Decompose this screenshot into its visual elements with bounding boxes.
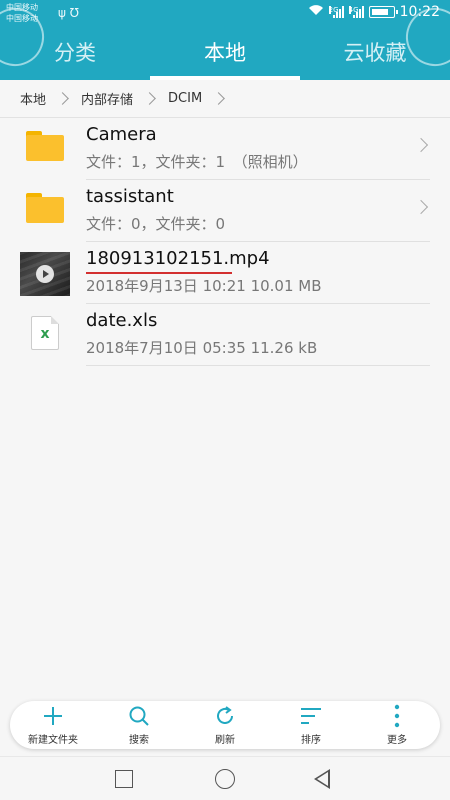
back-button[interactable] xyxy=(314,769,330,789)
network-type-2: 4G xyxy=(348,6,359,14)
notification-u-icon: Ʊ xyxy=(69,6,79,20)
video-thumbnail xyxy=(20,252,70,296)
file-name: tassistant xyxy=(86,186,174,207)
folder-icon xyxy=(26,193,64,223)
sort-button[interactable]: 排序 xyxy=(268,701,354,749)
tab-local[interactable]: 本地 xyxy=(150,26,300,80)
refresh-icon xyxy=(182,703,268,729)
breadcrumb: 本地 内部存储 DCIM xyxy=(0,80,450,118)
list-item-tassistant[interactable]: tassistant 文件：0，文件夹：0 xyxy=(0,180,450,242)
chevron-right-icon xyxy=(56,92,69,105)
new-folder-button[interactable]: 新建文件夹 xyxy=(10,701,96,749)
search-icon xyxy=(96,703,182,729)
signal-icon-1: 2G xyxy=(328,6,344,18)
breadcrumb-dcim[interactable]: DCIM xyxy=(168,91,202,106)
status-bar: 中国移动 中国移动 ψ Ʊ 2G 4G 10:22 xyxy=(0,0,450,26)
list-item-camera[interactable]: Camera 文件：1，文件夹：1 （照相机） xyxy=(0,118,450,180)
file-meta: 2018年7月10日 05:35 11.26 kB xyxy=(86,339,318,357)
chevron-right-icon xyxy=(212,92,226,105)
breadcrumb-internal-storage[interactable]: 内部存储 xyxy=(81,89,133,108)
more-button[interactable]: 更多 xyxy=(354,701,440,749)
folder-icon xyxy=(26,131,64,161)
tab-bar: 分类 本地 云收藏 xyxy=(0,26,450,80)
breadcrumb-local[interactable]: 本地 xyxy=(20,89,46,108)
bottom-toolbar: 新建文件夹 搜索 刷新 排序 更多 xyxy=(10,701,440,749)
refresh-button[interactable]: 刷新 xyxy=(182,701,268,749)
play-icon xyxy=(36,265,54,283)
home-button[interactable] xyxy=(215,769,235,789)
chevron-right-icon xyxy=(413,137,429,153)
file-meta: 2018年9月13日 10:21 10.01 MB xyxy=(86,277,322,295)
network-type-1: 2G xyxy=(328,6,339,14)
chevron-right-icon xyxy=(143,92,156,105)
recent-apps-button[interactable] xyxy=(115,770,133,788)
file-meta: 文件：0，文件夹：0 xyxy=(86,215,226,233)
sort-icon xyxy=(268,703,354,729)
file-meta: 文件：1，文件夹：1 （照相机） xyxy=(86,153,308,171)
tool-label: 更多 xyxy=(387,735,407,746)
file-name: 180913102151.mp4 xyxy=(86,248,270,269)
tool-label: 排序 xyxy=(301,735,321,746)
file-name: date.xls xyxy=(86,310,158,331)
battery-icon xyxy=(368,6,398,18)
signal-icon-2: 4G xyxy=(348,6,364,18)
excel-icon: x xyxy=(31,316,59,350)
tool-label: 刷新 xyxy=(215,735,235,746)
system-nav-bar xyxy=(0,756,450,800)
app-header: 中国移动 中国移动 ψ Ʊ 2G 4G 10:22 分类 本地 云收藏 xyxy=(0,0,450,80)
chevron-right-icon xyxy=(413,199,429,215)
search-button[interactable]: 搜索 xyxy=(96,701,182,749)
notification-icons: ψ Ʊ xyxy=(58,6,79,20)
tool-label: 新建文件夹 xyxy=(28,735,78,746)
wifi-icon xyxy=(308,4,324,20)
tool-label: 搜索 xyxy=(129,735,149,746)
file-list: Camera 文件：1，文件夹：1 （照相机） tassistant 文件：0，… xyxy=(0,118,450,366)
plus-icon xyxy=(10,703,96,729)
more-icon xyxy=(354,703,440,729)
annotation-underline xyxy=(86,272,232,274)
list-item-video[interactable]: 180913102151.mp4 2018年9月13日 10:21 10.01 … xyxy=(0,242,450,304)
list-item-xls[interactable]: x date.xls 2018年7月10日 05:35 11.26 kB xyxy=(0,304,450,366)
file-name: Camera xyxy=(86,124,157,145)
usb-icon: ψ xyxy=(58,6,66,20)
